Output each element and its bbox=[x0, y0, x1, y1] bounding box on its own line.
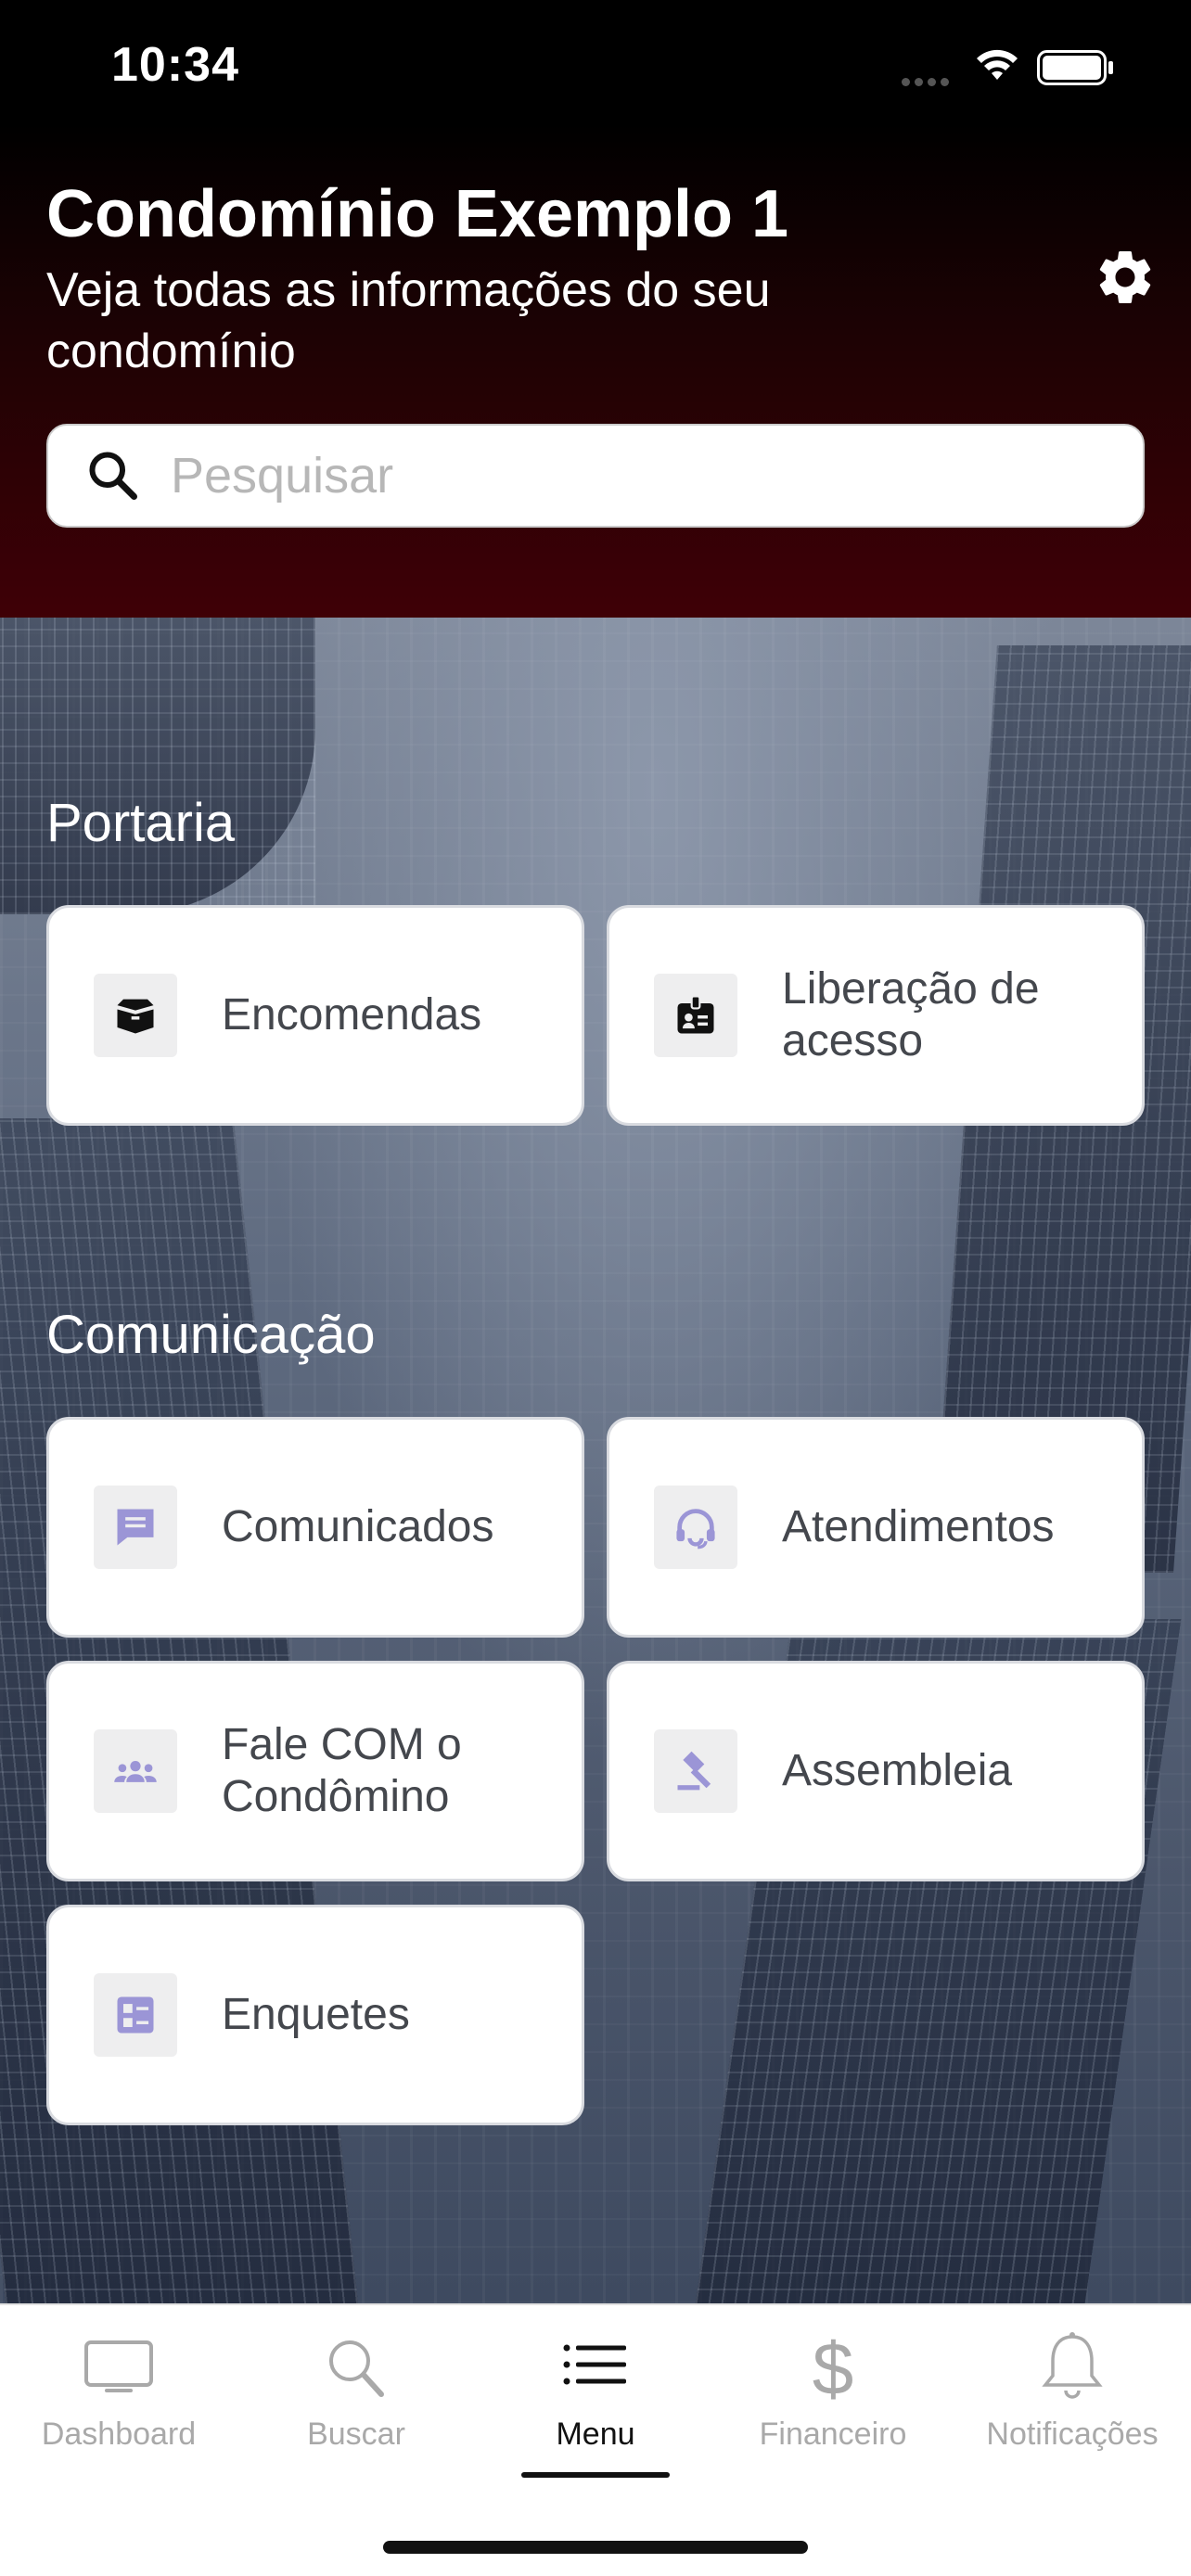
tile-comunicados[interactable]: Comunicados bbox=[46, 1417, 584, 1638]
tab-notificacoes[interactable]: Notificações bbox=[954, 2331, 1191, 2461]
status-bar: 10:34 bbox=[0, 0, 1191, 130]
search-icon bbox=[329, 2340, 384, 2397]
battery-icon bbox=[1037, 50, 1113, 85]
poll-list-icon bbox=[94, 1973, 177, 2057]
search-icon bbox=[89, 452, 137, 500]
dollar-icon: $ bbox=[813, 2331, 854, 2405]
id-badge-icon bbox=[654, 974, 737, 1057]
tile-label: Enquetes bbox=[222, 1990, 410, 2039]
tab-label: Buscar bbox=[307, 2417, 405, 2452]
tile-label: Comunicados bbox=[222, 1502, 494, 1551]
tile-label: Atendimentos bbox=[782, 1502, 1055, 1551]
app-header: 10:34 Condomínio Exemplo 1 Veja todas as… bbox=[0, 0, 1191, 618]
page-subtitle: Veja todas as informações do seu condomí… bbox=[46, 263, 771, 378]
gear-icon[interactable] bbox=[1093, 245, 1158, 310]
active-tab-indicator bbox=[521, 2472, 670, 2478]
gavel-icon bbox=[654, 1729, 737, 1813]
bell-icon bbox=[1042, 2332, 1103, 2399]
headset-icon bbox=[654, 1486, 737, 1569]
tab-dashboard[interactable]: Dashboard bbox=[0, 2331, 237, 2461]
cellular-signal-icon bbox=[902, 74, 957, 86]
svg-text:$: $ bbox=[813, 2331, 854, 2405]
tile-assembleia[interactable]: Assembleia bbox=[607, 1661, 1145, 1881]
tile-liberacao-acesso[interactable]: Liberação de acesso bbox=[607, 905, 1145, 1126]
tab-menu[interactable]: Menu bbox=[477, 2331, 714, 2461]
home-indicator[interactable] bbox=[383, 2541, 808, 2554]
tile-label: Assembleia bbox=[782, 1746, 1013, 1795]
status-time: 10:34 bbox=[111, 38, 239, 92]
tab-label: Notificações bbox=[986, 2417, 1159, 2452]
tab-financeiro[interactable]: $ Financeiro bbox=[714, 2331, 952, 2461]
section-title-comunicacao: Comunicação bbox=[46, 1305, 376, 1365]
monitor-icon bbox=[84, 2340, 153, 2392]
wifi-icon bbox=[977, 49, 1018, 80]
tile-label: Liberação de acesso bbox=[782, 964, 1040, 1065]
tile-label: Encomendas bbox=[222, 990, 482, 1039]
tile-fale-com-condomino[interactable]: Fale COM o Condômino bbox=[46, 1661, 584, 1881]
bottom-tab-bar: Dashboard Buscar Menu $ Financeiro Notif… bbox=[0, 2303, 1191, 2576]
message-bubble-icon bbox=[94, 1486, 177, 1569]
tile-enquetes[interactable]: Enquetes bbox=[46, 1905, 584, 2125]
people-group-icon bbox=[94, 1729, 177, 1813]
tile-atendimentos[interactable]: Atendimentos bbox=[607, 1417, 1145, 1638]
tab-buscar[interactable]: Buscar bbox=[237, 2331, 475, 2461]
tab-label: Dashboard bbox=[41, 2417, 197, 2452]
search-input[interactable] bbox=[171, 447, 1098, 504]
tile-encomendas[interactable]: Encomendas bbox=[46, 905, 584, 1126]
section-title-portaria: Portaria bbox=[46, 793, 236, 853]
tab-label: Financeiro bbox=[759, 2417, 907, 2452]
menu-content: Portaria Encomendas Liberação de acesso … bbox=[0, 618, 1191, 2324]
page-title: Condomínio Exemplo 1 bbox=[46, 177, 789, 251]
tab-label: Menu bbox=[556, 2417, 635, 2452]
package-box-icon bbox=[94, 974, 177, 1057]
list-menu-icon bbox=[563, 2344, 626, 2385]
tile-label: Fale COM o Condômino bbox=[222, 1720, 462, 1821]
search-bar[interactable] bbox=[46, 424, 1145, 528]
